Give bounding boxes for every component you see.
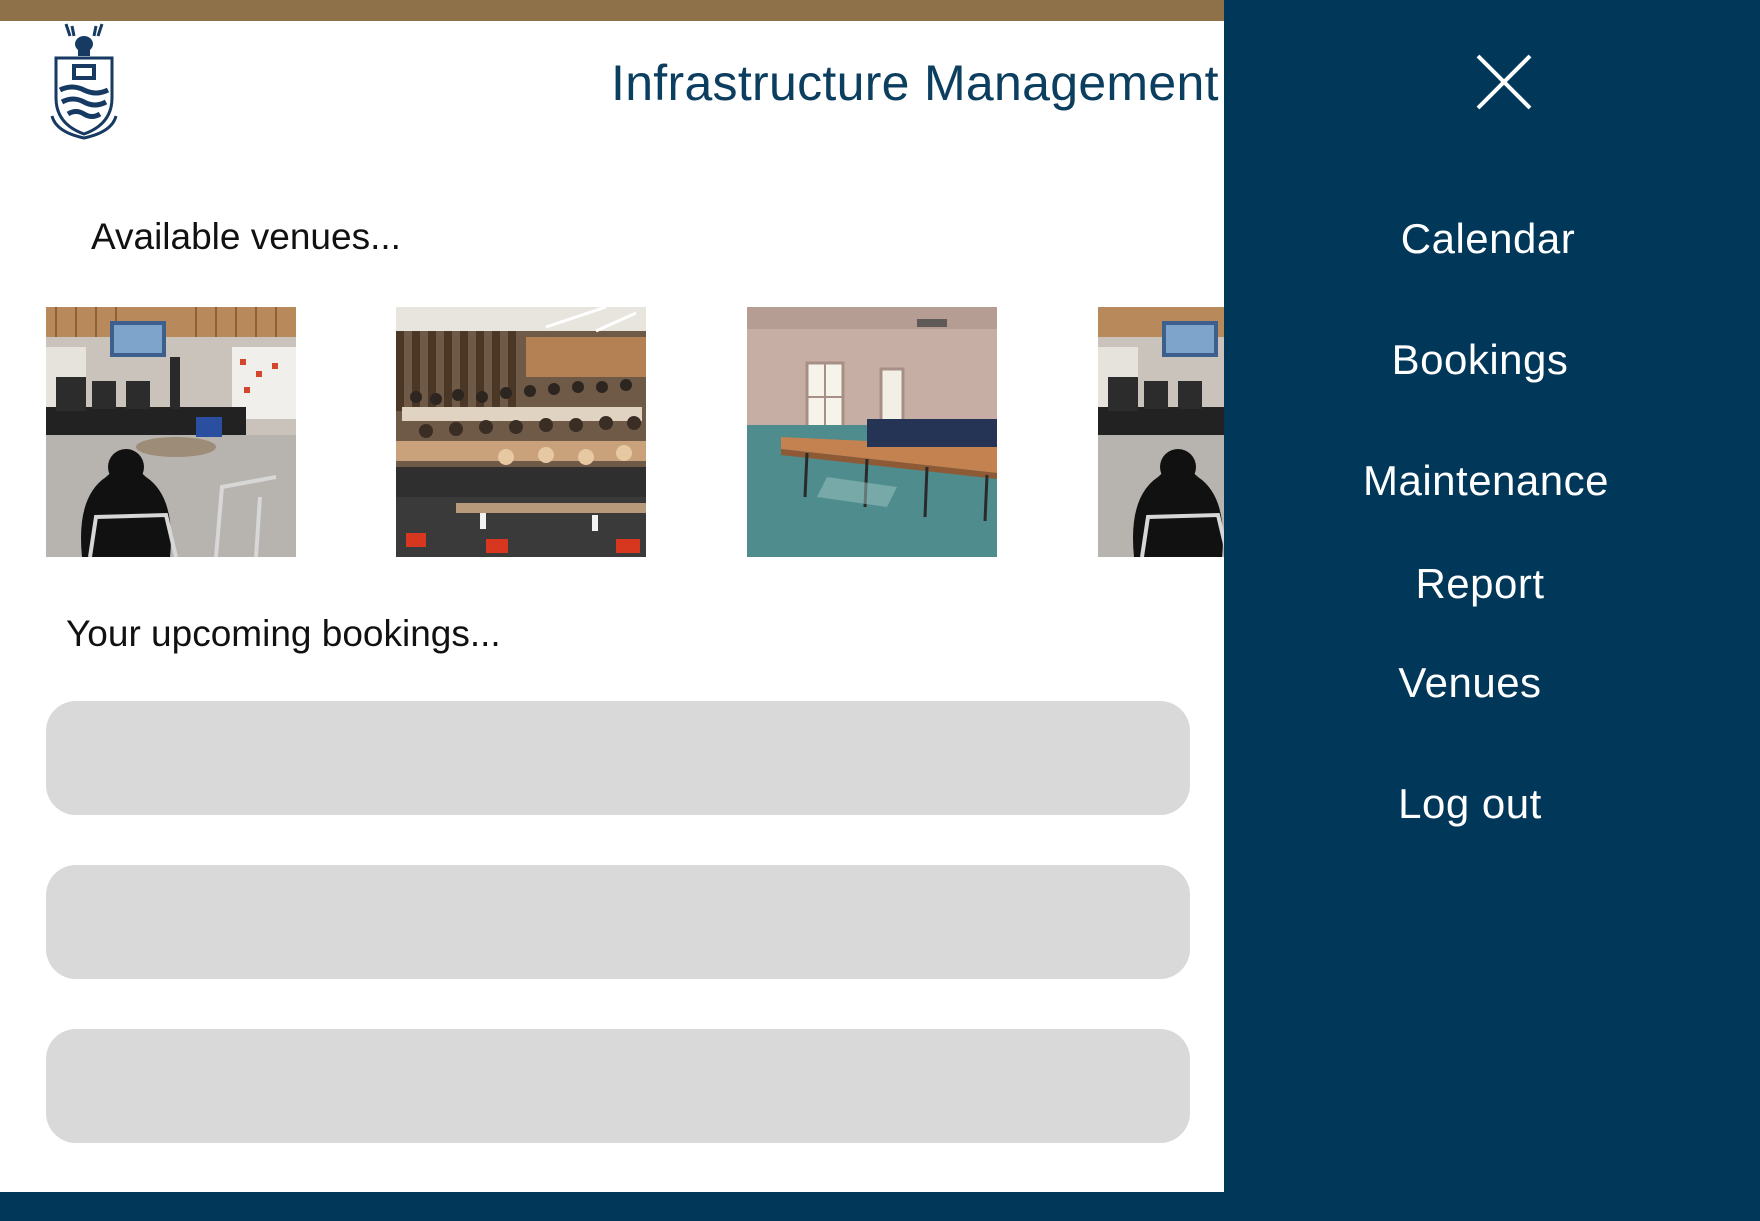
venue-thumbnail[interactable] <box>46 307 296 557</box>
menu-item-log-out[interactable]: Log out <box>1202 783 1738 825</box>
venue-lecture-theatre-photo <box>396 307 646 557</box>
venue-thumbnail[interactable] <box>396 307 646 557</box>
venue-thumbnail[interactable] <box>747 307 997 557</box>
menu-item-calendar[interactable]: Calendar <box>1220 218 1756 260</box>
booking-card[interactable] <box>46 1029 1190 1143</box>
venue-atrium-stage-photo <box>1098 307 1225 557</box>
venue-carousel[interactable] <box>0 307 1225 557</box>
available-venues-heading: Available venues... <box>91 216 401 257</box>
venue-empty-classroom-photo <box>747 307 997 557</box>
menu-item-venues[interactable]: Venues <box>1202 662 1738 704</box>
page-title: Infrastructure Management <box>611 55 1219 111</box>
venue-atrium-stage-photo <box>46 307 296 557</box>
venue-thumbnail[interactable] <box>1098 307 1225 557</box>
university-crest-icon <box>48 20 120 140</box>
close-icon[interactable] <box>1476 54 1532 110</box>
top-accent-stripe <box>0 0 1225 21</box>
booking-card[interactable] <box>46 701 1190 815</box>
menu-item-bookings[interactable]: Bookings <box>1212 339 1748 381</box>
booking-card[interactable] <box>46 865 1190 979</box>
upcoming-bookings-heading: Your upcoming bookings... <box>66 613 501 654</box>
menu-item-maintenance[interactable]: Maintenance <box>1218 460 1754 502</box>
bottom-footer-bar <box>0 1192 1760 1221</box>
menu-item-report[interactable]: Report <box>1212 563 1748 605</box>
